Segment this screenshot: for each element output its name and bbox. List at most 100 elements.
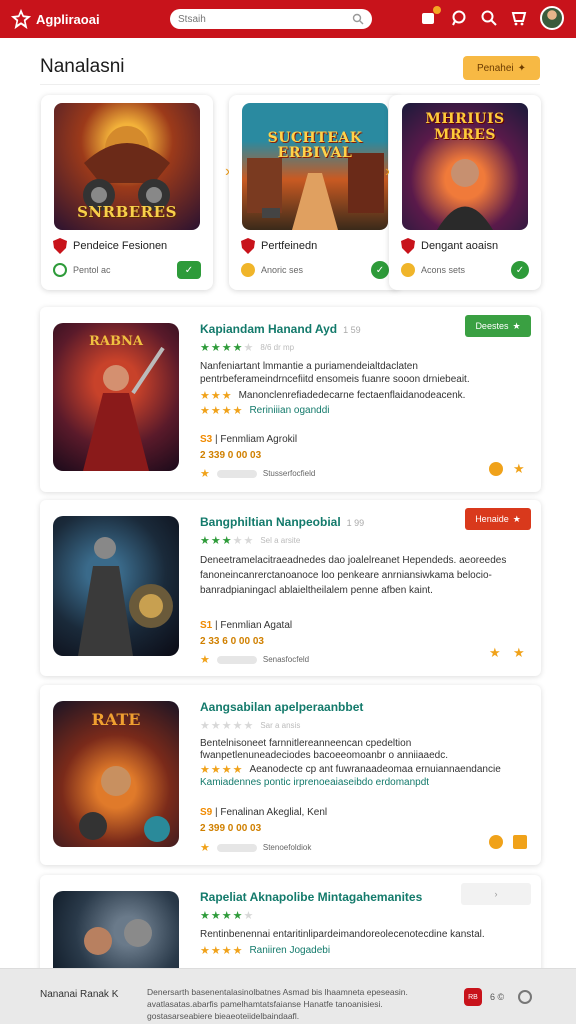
coin-icon[interactable] (489, 835, 503, 849)
featured-meta: Anoric ses (261, 265, 304, 275)
star-rating-icon: ★★★★ (200, 945, 244, 957)
featured-label: Pertfeinedn (261, 240, 318, 252)
star-icon: ★ (200, 842, 211, 854)
meta-text: Fenmliam Agrokil (220, 434, 298, 445)
star-rating-icon: ★★★ (200, 390, 233, 402)
rating: ★★★★★ 8/6 dr mp (200, 341, 294, 354)
feature-text: Reriniiian oganddi (249, 405, 330, 416)
search-input[interactable] (178, 13, 346, 25)
logo-icon (10, 8, 32, 30)
search-icon-top[interactable] (480, 9, 498, 27)
progress-pill (216, 655, 257, 664)
featured-footer: Acons sets ✓ (401, 261, 529, 279)
featured-card[interactable]: SNRBERES Pendeice Fesionen Pentol ac ✓ (41, 95, 213, 290)
item-title: Bangphiltian Nanpeobial 1 99 (200, 515, 364, 529)
item-actions: ★ (489, 462, 527, 476)
item-title-text: Bangphiltian Nanpeobial (200, 515, 341, 529)
item-subtitle: 1 59 (343, 325, 361, 335)
item-meta: S3 | Fenmliam Agrokil (200, 434, 298, 445)
art-title: SNRBERES (77, 203, 177, 221)
featured-label-row: Pendeice Fesionen (53, 238, 167, 254)
top-bar: Agpliraoai (0, 0, 576, 38)
item-description: Bentelnisoneet farnnitlereanneencan cped… (200, 738, 448, 761)
rating-count: Sar a ansis (260, 721, 301, 730)
item-footer: ★ Stenoefoldiok (200, 841, 311, 854)
coin-icon[interactable] (489, 462, 503, 476)
feature-line: Kamiadennes pontic irprenoeaiaseibdo erd… (200, 777, 429, 788)
featured-card[interactable]: SUCHTEAK ERBIVAL Pertfeinedn Anoric ses … (229, 95, 401, 290)
featured-label: Pendeice Fesionen (73, 240, 168, 252)
notification-dot (433, 6, 441, 14)
coin-icon (401, 263, 415, 277)
header-action-label: Penahei (476, 62, 514, 74)
avatar[interactable] (540, 6, 564, 30)
header-action-button[interactable]: Penahei ✦ (463, 56, 540, 80)
settings-icon[interactable] (518, 990, 533, 1004)
featured-card[interactable]: MHRIUIS MRRES Dengant aoaisn Acons sets … (389, 95, 541, 290)
install-button[interactable]: Henaide ★ (465, 508, 531, 530)
feature-text: Aeanodecte cp ant fuwranaadeomaa ernuian… (249, 764, 501, 775)
art-title: MHRIUIS MRRES (425, 111, 505, 143)
checkmark-icon[interactable]: ✓ (511, 261, 529, 279)
shield-icon (401, 238, 415, 254)
top-icons (420, 6, 564, 30)
feature-line: ★★★★ Reriniiian oganddi (200, 404, 330, 417)
rating: ★★★★★ Sar a ansis (200, 719, 300, 732)
rating: ★★★★★ (200, 909, 254, 922)
shield-icon (241, 238, 255, 254)
game-thumbnail: RATE (53, 701, 179, 847)
item-title-text: Aangsabilan apelperaanbbet (200, 700, 364, 714)
star-rating-icon: ★★★★★ (200, 342, 255, 354)
star-icon: ★ (200, 468, 211, 480)
item-description: Nanfeniartant lmmantie a puriamendeialtd… (200, 361, 470, 385)
list-item[interactable]: RATE Aangsabilan apelperaanbbet ★★★★★ Sar… (40, 685, 541, 865)
meta-number: S9 (200, 807, 213, 818)
checkmark-icon[interactable]: ✓ (371, 261, 389, 279)
item-title-text: Kapiandam Hanand Ayd (200, 322, 338, 336)
meta-number: S1 (200, 620, 213, 631)
list-item[interactable]: RABNA Kapiandam Hanand Ayd 1 59 ★★★★★ 8/6 … (40, 307, 541, 492)
art-title: SUCHTEAK ERBIVAL (267, 130, 363, 161)
star-icon[interactable]: ★ (513, 646, 527, 660)
search-bar[interactable] (170, 9, 372, 29)
svg-text:RABNA: RABNA (89, 334, 144, 349)
warrior-illustration: RABNA (83, 334, 165, 471)
item-actions: ★ ★ (489, 646, 527, 660)
notification-icon[interactable] (420, 6, 441, 27)
button-label: Henaide (475, 514, 509, 524)
footer: Nananai Ranak K Denersarth basenentalasi… (0, 968, 576, 1024)
star-icon[interactable]: ★ (513, 462, 527, 476)
home-icon[interactable] (513, 835, 527, 849)
star-icon[interactable]: ★ (489, 646, 503, 660)
install-button[interactable]: Deestes ★ (465, 315, 531, 337)
item-price: 2 339 0 00 03 (200, 450, 262, 461)
battle-illustration: RATE (79, 710, 170, 842)
chat-icon[interactable] (450, 9, 468, 27)
game-thumbnail: RABNA (53, 323, 179, 471)
feature-text: Manonclenrefiadedecarne fectaenflaidanod… (238, 390, 466, 401)
item-title: Rapeliat Aknapolibe Mintagahemanites (200, 890, 422, 904)
svg-text:RATE: RATE (92, 710, 141, 729)
item-price: 2 33 6 0 00 03 (200, 636, 264, 647)
rating: ★★★★★ Sel a arsite (200, 534, 300, 547)
app-logo[interactable]: Agpliraoai (10, 8, 160, 30)
featured-meta: Pentol ac (73, 265, 111, 275)
featured-art: MHRIUIS MRRES (402, 103, 528, 230)
more-button[interactable]: › (461, 883, 531, 905)
featured-label-row: Pertfeinedn (241, 238, 317, 254)
checkmark-icon[interactable]: ✓ (177, 261, 201, 279)
chevron-right-icon: › (494, 889, 498, 899)
item-title-text: Rapeliat Aknapolibe Mintagahemanites (200, 890, 423, 904)
item-description: Rentinbenennai entaritinlipardeimandoreo… (200, 929, 485, 940)
list-item[interactable]: Bangphiltian Nanpeobial 1 99 ★★★★★ Sel a a… (40, 500, 541, 676)
feature-line: ★★★★ Raniiren Jogadebi (200, 944, 330, 957)
star-icon: ★ (512, 320, 521, 331)
search-icon[interactable] (352, 13, 364, 25)
feature-line: ★★★★ Aeanodecte cp ant fuwranaadeomaa ern… (200, 763, 501, 776)
item-actions (489, 835, 527, 849)
footer-badge[interactable]: RB (464, 988, 482, 1006)
cart-icon[interactable] (510, 9, 528, 27)
footer-text: Denersarth basenentalasinolbatnes Asmad … (147, 987, 408, 1021)
featured-art: SUCHTEAK ERBIVAL (242, 103, 388, 230)
shield-icon (53, 238, 67, 254)
